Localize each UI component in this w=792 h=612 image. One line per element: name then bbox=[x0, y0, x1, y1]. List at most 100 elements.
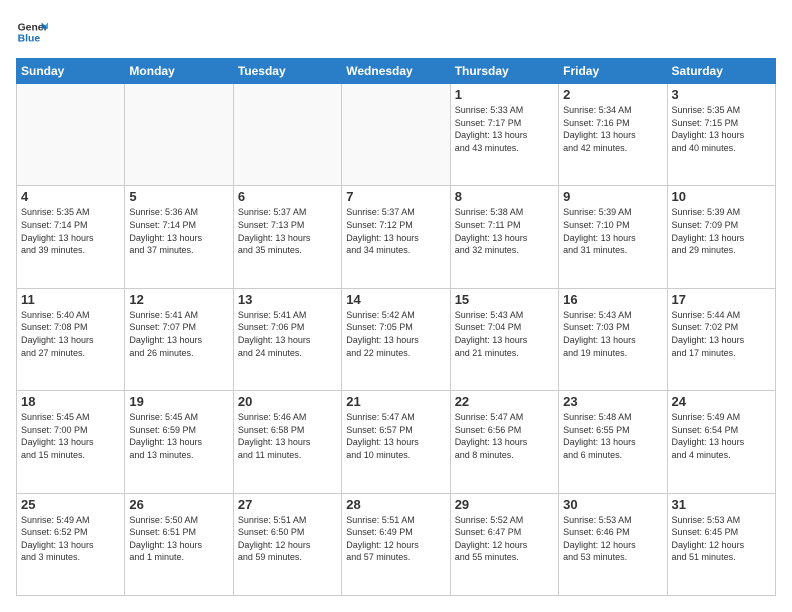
day-info: Sunrise: 5:45 AM Sunset: 7:00 PM Dayligh… bbox=[21, 411, 120, 461]
weekday-header-monday: Monday bbox=[125, 59, 233, 84]
calendar-cell bbox=[233, 84, 341, 186]
calendar-cell: 13 Sunrise: 5:41 AM Sunset: 7:06 PM Dayli… bbox=[233, 288, 341, 390]
svg-text:Blue: Blue bbox=[18, 34, 41, 45]
day-info: Sunrise: 5:41 AM Sunset: 7:07 PM Dayligh… bbox=[129, 309, 228, 359]
day-number: 4 bbox=[21, 189, 120, 204]
calendar-cell: 5 Sunrise: 5:36 AM Sunset: 7:14 PM Daylig… bbox=[125, 186, 233, 288]
day-number: 13 bbox=[238, 292, 337, 307]
day-info: Sunrise: 5:43 AM Sunset: 7:03 PM Dayligh… bbox=[563, 309, 662, 359]
day-info: Sunrise: 5:40 AM Sunset: 7:08 PM Dayligh… bbox=[21, 309, 120, 359]
calendar-cell: 11 Sunrise: 5:40 AM Sunset: 7:08 PM Dayli… bbox=[17, 288, 125, 390]
day-info: Sunrise: 5:41 AM Sunset: 7:06 PM Dayligh… bbox=[238, 309, 337, 359]
logo: General Blue bbox=[16, 16, 48, 48]
week-row-2: 11 Sunrise: 5:40 AM Sunset: 7:08 PM Dayli… bbox=[17, 288, 776, 390]
calendar-cell: 29Sunrise: 5:52 AM Sunset: 6:47 PM Dayli… bbox=[450, 493, 558, 595]
day-info: Sunrise: 5:46 AM Sunset: 6:58 PM Dayligh… bbox=[238, 411, 337, 461]
day-info: Sunrise: 5:33 AM Sunset: 7:17 PM Dayligh… bbox=[455, 104, 554, 154]
calendar-cell: 21 Sunrise: 5:47 AM Sunset: 6:57 PM Dayli… bbox=[342, 391, 450, 493]
day-info: Sunrise: 5:37 AM Sunset: 7:12 PM Dayligh… bbox=[346, 206, 445, 256]
day-number: 6 bbox=[238, 189, 337, 204]
calendar-cell: 26 Sunrise: 5:50 AM Sunset: 6:51 PM Dayli… bbox=[125, 493, 233, 595]
header: General Blue bbox=[16, 16, 776, 48]
weekday-header-sunday: Sunday bbox=[17, 59, 125, 84]
day-info: Sunrise: 5:53 AM Sunset: 6:46 PM Dayligh… bbox=[563, 514, 662, 564]
day-info: Sunrise: 5:39 AM Sunset: 7:10 PM Dayligh… bbox=[563, 206, 662, 256]
calendar-cell: 10Sunrise: 5:39 AM Sunset: 7:09 PM Dayli… bbox=[667, 186, 775, 288]
week-row-1: 4 Sunrise: 5:35 AM Sunset: 7:14 PM Daylig… bbox=[17, 186, 776, 288]
day-number: 5 bbox=[129, 189, 228, 204]
calendar-cell: 20Sunrise: 5:46 AM Sunset: 6:58 PM Dayli… bbox=[233, 391, 341, 493]
day-info: Sunrise: 5:51 AM Sunset: 6:50 PM Dayligh… bbox=[238, 514, 337, 564]
day-number: 30 bbox=[563, 497, 662, 512]
day-info: Sunrise: 5:34 AM Sunset: 7:16 PM Dayligh… bbox=[563, 104, 662, 154]
day-number: 10 bbox=[672, 189, 771, 204]
day-number: 18 bbox=[21, 394, 120, 409]
calendar-cell: 17Sunrise: 5:44 AM Sunset: 7:02 PM Dayli… bbox=[667, 288, 775, 390]
calendar-cell: 4 Sunrise: 5:35 AM Sunset: 7:14 PM Daylig… bbox=[17, 186, 125, 288]
day-number: 23 bbox=[563, 394, 662, 409]
day-info: Sunrise: 5:35 AM Sunset: 7:14 PM Dayligh… bbox=[21, 206, 120, 256]
day-info: Sunrise: 5:50 AM Sunset: 6:51 PM Dayligh… bbox=[129, 514, 228, 564]
calendar-cell bbox=[17, 84, 125, 186]
calendar-cell: 28 Sunrise: 5:51 AM Sunset: 6:49 PM Dayli… bbox=[342, 493, 450, 595]
week-row-4: 25 Sunrise: 5:49 AM Sunset: 6:52 PM Dayli… bbox=[17, 493, 776, 595]
day-number: 14 bbox=[346, 292, 445, 307]
day-info: Sunrise: 5:36 AM Sunset: 7:14 PM Dayligh… bbox=[129, 206, 228, 256]
calendar-cell bbox=[342, 84, 450, 186]
day-info: Sunrise: 5:51 AM Sunset: 6:49 PM Dayligh… bbox=[346, 514, 445, 564]
calendar-cell: 27 Sunrise: 5:51 AM Sunset: 6:50 PM Dayli… bbox=[233, 493, 341, 595]
weekday-header-row: SundayMondayTuesdayWednesdayThursdayFrid… bbox=[17, 59, 776, 84]
day-info: Sunrise: 5:45 AM Sunset: 6:59 PM Dayligh… bbox=[129, 411, 228, 461]
day-number: 1 bbox=[455, 87, 554, 102]
day-info: Sunrise: 5:38 AM Sunset: 7:11 PM Dayligh… bbox=[455, 206, 554, 256]
logo-icon: General Blue bbox=[16, 16, 48, 48]
day-info: Sunrise: 5:49 AM Sunset: 6:52 PM Dayligh… bbox=[21, 514, 120, 564]
weekday-header-wednesday: Wednesday bbox=[342, 59, 450, 84]
day-info: Sunrise: 5:52 AM Sunset: 6:47 PM Dayligh… bbox=[455, 514, 554, 564]
calendar-cell: 12 Sunrise: 5:41 AM Sunset: 7:07 PM Dayli… bbox=[125, 288, 233, 390]
day-number: 3 bbox=[672, 87, 771, 102]
calendar-cell: 9 Sunrise: 5:39 AM Sunset: 7:10 PM Daylig… bbox=[559, 186, 667, 288]
calendar-cell: 31Sunrise: 5:53 AM Sunset: 6:45 PM Dayli… bbox=[667, 493, 775, 595]
day-number: 15 bbox=[455, 292, 554, 307]
day-info: Sunrise: 5:42 AM Sunset: 7:05 PM Dayligh… bbox=[346, 309, 445, 359]
day-number: 8 bbox=[455, 189, 554, 204]
calendar-cell: 30 Sunrise: 5:53 AM Sunset: 6:46 PM Dayli… bbox=[559, 493, 667, 595]
day-number: 27 bbox=[238, 497, 337, 512]
calendar-cell: 6 Sunrise: 5:37 AM Sunset: 7:13 PM Daylig… bbox=[233, 186, 341, 288]
day-info: Sunrise: 5:44 AM Sunset: 7:02 PM Dayligh… bbox=[672, 309, 771, 359]
week-row-3: 18 Sunrise: 5:45 AM Sunset: 7:00 PM Dayli… bbox=[17, 391, 776, 493]
day-info: Sunrise: 5:49 AM Sunset: 6:54 PM Dayligh… bbox=[672, 411, 771, 461]
calendar-cell: 15 Sunrise: 5:43 AM Sunset: 7:04 PM Dayli… bbox=[450, 288, 558, 390]
calendar-cell: 22Sunrise: 5:47 AM Sunset: 6:56 PM Dayli… bbox=[450, 391, 558, 493]
weekday-header-thursday: Thursday bbox=[450, 59, 558, 84]
day-number: 16 bbox=[563, 292, 662, 307]
calendar-cell: 18 Sunrise: 5:45 AM Sunset: 7:00 PM Dayli… bbox=[17, 391, 125, 493]
calendar-cell: 8 Sunrise: 5:38 AM Sunset: 7:11 PM Daylig… bbox=[450, 186, 558, 288]
day-number: 25 bbox=[21, 497, 120, 512]
day-info: Sunrise: 5:43 AM Sunset: 7:04 PM Dayligh… bbox=[455, 309, 554, 359]
day-number: 22 bbox=[455, 394, 554, 409]
calendar-cell bbox=[125, 84, 233, 186]
calendar-cell: 25 Sunrise: 5:49 AM Sunset: 6:52 PM Dayli… bbox=[17, 493, 125, 595]
week-row-0: 1 Sunrise: 5:33 AM Sunset: 7:17 PM Daylig… bbox=[17, 84, 776, 186]
weekday-header-saturday: Saturday bbox=[667, 59, 775, 84]
day-number: 26 bbox=[129, 497, 228, 512]
calendar-cell: 7 Sunrise: 5:37 AM Sunset: 7:12 PM Daylig… bbox=[342, 186, 450, 288]
day-number: 12 bbox=[129, 292, 228, 307]
weekday-header-friday: Friday bbox=[559, 59, 667, 84]
calendar-cell: 2 Sunrise: 5:34 AM Sunset: 7:16 PM Daylig… bbox=[559, 84, 667, 186]
day-number: 9 bbox=[563, 189, 662, 204]
day-info: Sunrise: 5:47 AM Sunset: 6:57 PM Dayligh… bbox=[346, 411, 445, 461]
day-number: 7 bbox=[346, 189, 445, 204]
day-number: 28 bbox=[346, 497, 445, 512]
calendar-cell: 1 Sunrise: 5:33 AM Sunset: 7:17 PM Daylig… bbox=[450, 84, 558, 186]
day-number: 11 bbox=[21, 292, 120, 307]
day-number: 21 bbox=[346, 394, 445, 409]
calendar-cell: 23 Sunrise: 5:48 AM Sunset: 6:55 PM Dayli… bbox=[559, 391, 667, 493]
day-info: Sunrise: 5:37 AM Sunset: 7:13 PM Dayligh… bbox=[238, 206, 337, 256]
day-number: 2 bbox=[563, 87, 662, 102]
calendar-cell: 14 Sunrise: 5:42 AM Sunset: 7:05 PM Dayli… bbox=[342, 288, 450, 390]
day-info: Sunrise: 5:48 AM Sunset: 6:55 PM Dayligh… bbox=[563, 411, 662, 461]
calendar-cell: 3Sunrise: 5:35 AM Sunset: 7:15 PM Daylig… bbox=[667, 84, 775, 186]
